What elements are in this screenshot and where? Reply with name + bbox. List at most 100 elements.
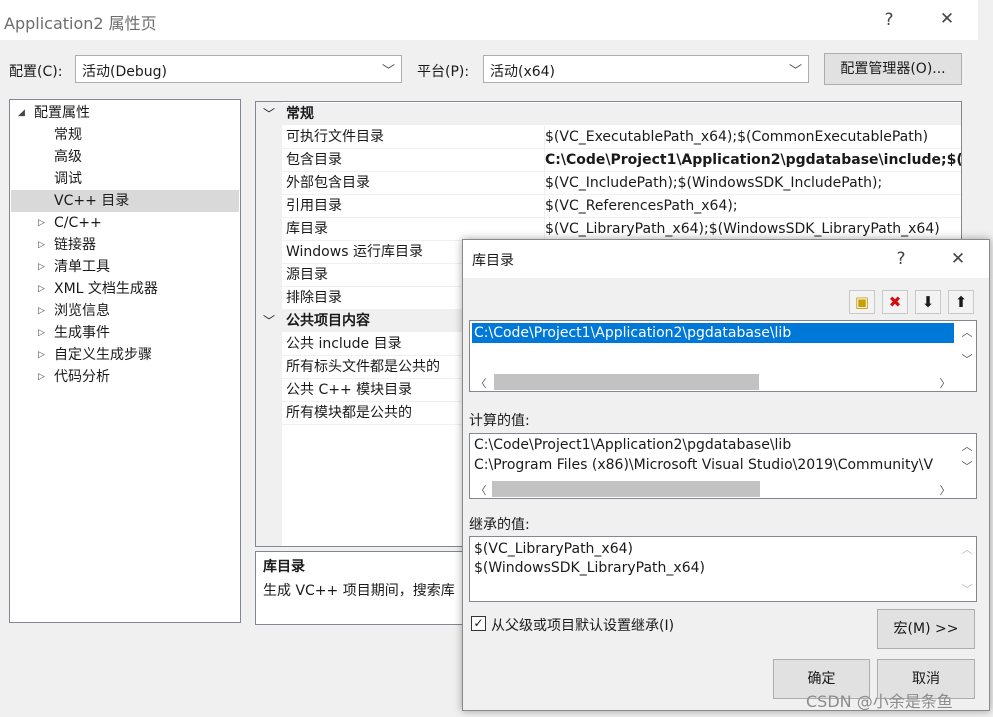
platform-value: 活动(x64) — [490, 64, 556, 80]
vertical-scrollbar[interactable]: ︿ ﹀ — [958, 321, 976, 373]
property-name: 所有标头文件都是公共的 — [286, 359, 440, 375]
chevron-down-icon: ﹀ — [381, 64, 395, 79]
inherited-line-0: $(VC_LibraryPath_x64) — [474, 541, 633, 557]
property-value[interactable]: $(VC_ReferencesPath_x64); — [544, 195, 961, 217]
horizontal-scrollbar[interactable]: 〈 〉 — [470, 480, 958, 498]
grid-row[interactable]: 引用目录 $(VC_ReferencesPath_x64); — [256, 195, 961, 218]
platform-dropdown[interactable]: 活动(x64) ﹀ — [483, 55, 809, 83]
description-title: 库目录 — [263, 559, 305, 575]
tree-item[interactable]: 调试 — [11, 168, 239, 190]
grid-category[interactable]: ﹀ 常规 — [256, 103, 961, 125]
vertical-scrollbar[interactable]: ︿ ﹀ — [958, 537, 976, 601]
tree-item[interactable]: VC++ 目录 — [11, 190, 239, 212]
inherited-values-box: $(VC_LibraryPath_x64) $(WindowsSDK_Libra… — [469, 536, 977, 602]
scroll-up-icon[interactable]: ︿ — [958, 438, 976, 454]
tree-item[interactable]: ▷ 浏览信息 — [11, 300, 239, 322]
tree-item[interactable]: ▷ C/C++ — [11, 212, 239, 234]
expand-triangle-icon[interactable]: ▷ — [38, 256, 45, 278]
evaluated-line-0: C:\Code\Project1\Application2\pgdatabase… — [474, 437, 792, 453]
grid-row[interactable]: 库目录 $(VC_LibraryPath_x64);$(WindowsSDK_Li… — [256, 218, 961, 241]
tree-item[interactable]: ▷ 自定义生成步骤 — [11, 344, 239, 366]
config-value: 活动(Debug) — [82, 64, 167, 80]
scroll-down-icon[interactable]: ﹀ — [958, 581, 976, 597]
scroll-thumb[interactable] — [492, 481, 760, 497]
tree-item-label: XML 文档生成器 — [54, 281, 158, 297]
scroll-down-icon[interactable]: ﹀ — [958, 351, 976, 367]
entry-item-0[interactable]: C:\Code\Project1\Application2\pgdatabase… — [472, 323, 954, 343]
description-panel: 库目录 生成 VC++ 项目期间，搜索库 — [255, 551, 470, 625]
scroll-down-icon[interactable]: ﹀ — [958, 458, 976, 474]
window-title: Application2 属性页 — [4, 14, 157, 33]
property-name: 可执行文件目录 — [286, 129, 384, 145]
collapse-chevron-icon[interactable]: ﹀ — [263, 103, 275, 125]
expand-triangle-icon[interactable]: ▷ — [38, 212, 45, 234]
scroll-right-icon[interactable]: 〉 — [936, 375, 954, 391]
expand-triangle-icon[interactable]: ▷ — [38, 322, 45, 344]
expand-triangle-icon[interactable]: ▷ — [38, 366, 45, 388]
grid-category-title: 常规 — [286, 106, 314, 122]
property-name: 库目录 — [286, 221, 328, 237]
move-down-icon[interactable]: ⬇ — [915, 290, 941, 314]
expand-triangle-icon[interactable]: ▷ — [38, 344, 45, 366]
library-directories-dialog: 库目录 ? ✕ ▣ ✖ ⬇ ⬆ C:\Code\Project1\Applica… — [462, 239, 990, 711]
inherited-line-1: $(WindowsSDK_LibraryPath_x64) — [474, 560, 705, 576]
help-button[interactable]: ? — [874, 10, 904, 30]
evaluated-label: 计算的值: — [469, 413, 530, 429]
config-manager-button[interactable]: 配置管理器(O)... — [824, 53, 962, 85]
inherit-checkbox-label[interactable]: 从父级或项目默认设置继承(I) — [491, 615, 674, 635]
grid-row[interactable]: 可执行文件目录 $(VC_ExecutablePath_x64);$(Common… — [256, 126, 961, 149]
grid-row[interactable]: 外部包含目录 $(VC_IncludePath);$(WindowsSDK_Inc… — [256, 172, 961, 195]
tree-item[interactable]: ▷ 链接器 — [11, 234, 239, 256]
property-name: 包含目录 — [286, 152, 342, 168]
macros-button[interactable]: 宏(M) >> — [877, 609, 975, 649]
description-text: 生成 VC++ 项目期间，搜索库 — [263, 583, 455, 599]
tree-item[interactable]: ▷ 生成事件 — [11, 322, 239, 344]
dialog-help-button[interactable]: ? — [886, 249, 916, 269]
property-value[interactable]: C:\Code\Project1\Application2\pgdatabase… — [544, 149, 961, 171]
property-name: 公共 C++ 模块目录 — [286, 382, 413, 398]
collapse-chevron-icon[interactable]: ﹀ — [263, 310, 275, 332]
property-name: Windows 运行库目录 — [286, 244, 423, 260]
new-line-icon[interactable]: ▣ — [849, 290, 875, 314]
tree-root-label: 配置属性 — [34, 105, 90, 121]
tree-item-label: 链接器 — [54, 237, 96, 253]
evaluated-line-1: C:\Program Files (x86)\Microsoft Visual … — [474, 457, 934, 473]
vertical-scrollbar[interactable]: ︿ ﹀ — [958, 434, 976, 480]
tree-item[interactable]: ▷ 清单工具 — [11, 256, 239, 278]
property-name: 排除目录 — [286, 290, 342, 306]
property-value[interactable]: $(VC_ExecutablePath_x64);$(CommonExecuta… — [544, 126, 961, 148]
tree-item[interactable]: 高级 — [11, 146, 239, 168]
close-button[interactable]: ✕ — [932, 9, 962, 29]
expand-triangle-icon[interactable]: ▷ — [38, 234, 45, 256]
delete-icon[interactable]: ✖ — [882, 290, 908, 314]
horizontal-scrollbar[interactable]: 〈 〉 — [470, 373, 958, 391]
grid-row[interactable]: 包含目录 C:\Code\Project1\Application2\pgdata… — [256, 149, 961, 172]
scroll-right-icon[interactable]: 〉 — [936, 482, 954, 498]
scroll-up-icon[interactable]: ︿ — [958, 324, 976, 340]
property-value[interactable]: $(VC_IncludePath);$(WindowsSDK_IncludePa… — [544, 172, 961, 194]
entries-list[interactable]: C:\Code\Project1\Application2\pgdatabase… — [469, 320, 977, 392]
inherit-checkbox[interactable]: ✓ — [471, 616, 486, 631]
dialog-close-button[interactable]: ✕ — [943, 249, 973, 269]
property-name: 所有模块都是公共的 — [286, 405, 412, 421]
expand-triangle-icon[interactable]: ▷ — [38, 300, 45, 322]
tree-item-label: 清单工具 — [54, 259, 110, 275]
property-value[interactable]: $(VC_LibraryPath_x64);$(WindowsSDK_Libra… — [544, 218, 961, 240]
dialog-title-bar: 库目录 ? ✕ — [463, 240, 989, 278]
scroll-left-icon[interactable]: 〈 — [472, 482, 490, 498]
evaluated-values-box: C:\Code\Project1\Application2\pgdatabase… — [469, 433, 977, 499]
scroll-thumb[interactable] — [494, 374, 759, 390]
inherited-label: 继承的值: — [469, 517, 530, 533]
tree-item[interactable]: ▷ 代码分析 — [11, 366, 239, 388]
config-dropdown[interactable]: 活动(Debug) ﹀ — [75, 55, 402, 83]
watermark: CSDN @小余是条鱼 — [806, 692, 953, 711]
collapse-triangle-icon: ◢ — [18, 108, 25, 118]
tree-item-label: 常规 — [54, 127, 82, 143]
move-up-icon[interactable]: ⬆ — [948, 290, 974, 314]
tree-item[interactable]: 常规 — [11, 124, 239, 146]
tree-item-label: 自定义生成步骤 — [54, 347, 152, 363]
tree-item[interactable]: ▷ XML 文档生成器 — [11, 278, 239, 300]
expand-triangle-icon[interactable]: ▷ — [38, 278, 45, 300]
scroll-up-icon[interactable]: ︿ — [958, 541, 976, 557]
scroll-left-icon[interactable]: 〈 — [472, 375, 490, 391]
